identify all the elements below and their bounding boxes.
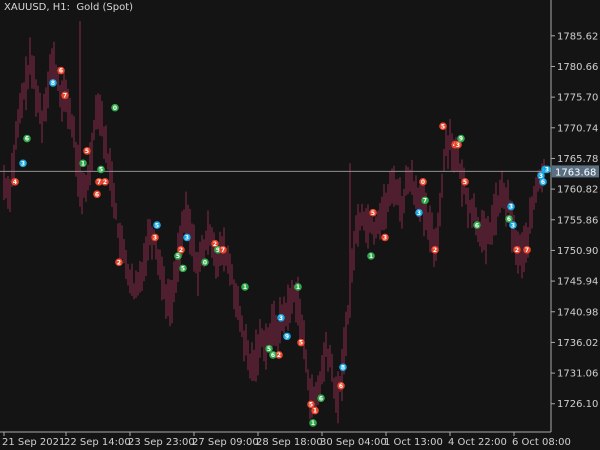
signal-marker-label: 2 xyxy=(277,352,281,359)
current-price-label: 1763.68 xyxy=(555,167,596,178)
signal-marker-label: 7 xyxy=(97,179,101,186)
signal-marker-label: 5 xyxy=(299,340,303,347)
signal-marker-label: 8 xyxy=(51,80,55,87)
signal-marker-label: 7 xyxy=(423,198,427,205)
signal-marker-label: 6 xyxy=(541,179,545,186)
signal-marker-label: 4 xyxy=(13,179,17,186)
signal-marker-label: 3 xyxy=(509,204,513,211)
signal-marker-label: 5 xyxy=(176,253,180,260)
signal-marker-label: 6 xyxy=(59,68,63,75)
signal-marker-label: 1 xyxy=(243,284,247,291)
signal-marker-label: 1 xyxy=(311,420,315,427)
x-tick-label: 27 Sep 09:00 xyxy=(192,437,259,448)
signal-marker-label: 1 xyxy=(369,253,373,260)
y-tick-label: 1726.10 xyxy=(557,399,598,410)
signal-marker-label: 2 xyxy=(117,259,121,266)
signal-marker-label: 2 xyxy=(515,247,519,254)
signal-marker-label: 1 xyxy=(296,284,300,291)
signal-marker-label: 6 xyxy=(339,383,343,390)
y-tick-label: 1765.78 xyxy=(557,154,598,165)
signal-marker-label: 5 xyxy=(371,210,375,217)
signal-marker-label: 5 xyxy=(463,179,467,186)
signal-marker-label: 3 xyxy=(279,315,283,322)
x-tick-label: 23 Sep 23:00 xyxy=(128,437,195,448)
signal-marker-label: 6 xyxy=(95,191,99,198)
y-tick-label: 1775.70 xyxy=(557,93,598,104)
signal-marker-label: 6 xyxy=(475,222,479,229)
signal-marker-label: 5 xyxy=(155,222,159,229)
signal-marker-label: 6 xyxy=(507,216,511,223)
y-tick-label: 1760.82 xyxy=(557,185,598,196)
y-tick-label: 1740.98 xyxy=(557,307,598,318)
y-tick-label: 1750.90 xyxy=(557,246,598,257)
x-tick-label: 21 Sep 2021 xyxy=(2,437,65,448)
x-tick-label: 1 Oct 13:00 xyxy=(384,437,443,448)
signal-marker-label: 5 xyxy=(99,167,103,174)
signal-marker-label: 3 xyxy=(153,235,157,242)
signal-marker-label: 7 xyxy=(525,247,529,254)
signal-marker-label: 3 xyxy=(21,160,25,167)
x-tick-label: 30 Sep 04:00 xyxy=(320,437,387,448)
signal-marker-label: 6 xyxy=(25,136,29,143)
y-tick-label: 1755.86 xyxy=(557,215,598,226)
price-chart[interactable]: 1785.62 1780.66 1775.70 1770.74 1765.78 1760.… xyxy=(0,0,600,450)
signal-marker-label: 8 xyxy=(341,364,345,371)
signal-marker-label: 1 xyxy=(313,408,317,415)
signal-marker-label: 3 xyxy=(185,235,189,242)
signal-marker-label: 9 xyxy=(285,334,289,341)
signal-marker-label: 9 xyxy=(459,136,463,143)
signal-marker-label: 5 xyxy=(181,266,185,273)
signal-marker-label: 3 xyxy=(383,235,387,242)
x-tick-label: 6 Oct 08:00 xyxy=(512,437,571,448)
x-tick-label: 28 Sep 18:00 xyxy=(256,437,323,448)
x-tick-label: 4 Oct 22:00 xyxy=(448,437,507,448)
signal-marker-label: 6 xyxy=(319,395,323,402)
signal-marker-label: 3 xyxy=(456,142,460,149)
signal-marker-label: 3 xyxy=(417,210,421,217)
signal-marker-label: 0 xyxy=(421,179,425,186)
signal-marker-label: 3 xyxy=(539,173,543,180)
signal-marker-label: 7 xyxy=(221,247,225,254)
y-tick-label: 1736.02 xyxy=(557,338,598,349)
signal-marker-label: 0 xyxy=(113,105,117,112)
signal-marker-label: 6 xyxy=(271,352,275,359)
signal-marker-label: 0 xyxy=(203,259,207,266)
y-tick-label: 1785.62 xyxy=(557,31,598,42)
chart-window[interactable]: XAUUSD, H1: Gold (Spot) 1785.62 1780.66 17… xyxy=(0,0,600,450)
signal-marker-label: 1 xyxy=(81,160,85,167)
signal-marker-label: 3 xyxy=(511,222,515,229)
y-tick-label: 1731.06 xyxy=(557,369,598,380)
signal-marker-label: 7 xyxy=(63,92,67,99)
signal-marker-label: 5 xyxy=(441,123,445,130)
y-tick-label: 1745.94 xyxy=(557,277,598,288)
signal-marker-label: 3 xyxy=(545,167,549,174)
signal-marker-label: 5 xyxy=(85,148,89,155)
signal-marker-label: 2 xyxy=(433,247,437,254)
y-tick-label: 1770.74 xyxy=(557,123,598,134)
y-tick-label: 1780.66 xyxy=(557,62,598,73)
signal-marker-label: 2 xyxy=(103,179,107,186)
x-tick-label: 22 Sep 14:00 xyxy=(64,437,131,448)
